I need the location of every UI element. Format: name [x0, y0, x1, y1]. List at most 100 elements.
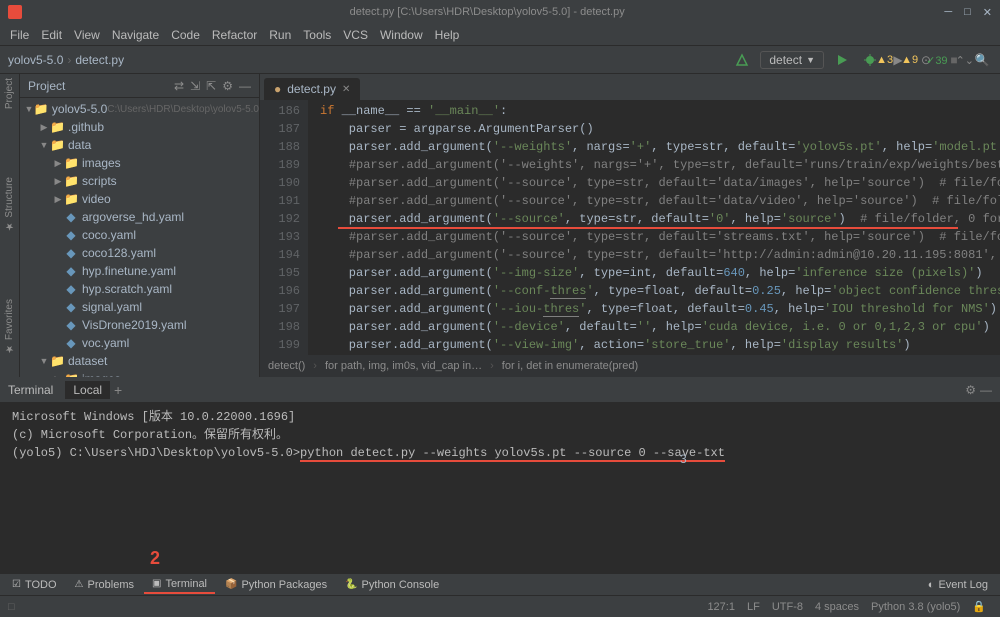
stripe-favorites[interactable]: ★ Favorites	[4, 299, 15, 354]
code-area[interactable]: if __name__ == '__main__': parser = argp…	[308, 100, 1000, 355]
project-panel: Project ⇄ ⇲ ⇱ ⚙ — ▼📁yolov5-5.0 C:\Users\…	[20, 74, 260, 377]
tool-python-console[interactable]: 🐍Python Console	[337, 577, 447, 593]
tree-row[interactable]: ◆signal.yaml	[20, 298, 259, 316]
tree-arrow-icon[interactable]: ▶	[52, 374, 64, 378]
code-line[interactable]: parser.add_argument('--view-img', action…	[308, 336, 1000, 354]
tree-row[interactable]: ▼📁yolov5-5.0 C:\Users\HDR\Desktop\yolov5…	[20, 100, 259, 118]
menu-view[interactable]: View	[68, 26, 106, 44]
tree-arrow-icon[interactable]: ▶	[52, 158, 64, 169]
project-tree[interactable]: ▼📁yolov5-5.0 C:\Users\HDR\Desktop\yolov5…	[20, 98, 259, 377]
tool-icon: ☑	[12, 579, 21, 590]
code-line[interactable]: #parser.add_argument('--source', type=st…	[308, 228, 1000, 246]
search-icon[interactable]: 🔍	[972, 50, 992, 70]
tree-row[interactable]: ◆coco128.yaml	[20, 244, 259, 262]
folder-icon: 📁	[50, 138, 64, 152]
add-terminal-icon[interactable]: +	[114, 382, 122, 398]
tree-row[interactable]: ◆hyp.finetune.yaml	[20, 262, 259, 280]
code-line[interactable]: parser.add_argument('--conf-thres', type…	[308, 282, 1000, 300]
terminal-gear-icon[interactable]: ⚙	[965, 383, 976, 397]
menu-refactor[interactable]: Refactor	[206, 26, 263, 44]
menu-run[interactable]: Run	[263, 26, 297, 44]
breadcrumb-root[interactable]: yolov5-5.0	[8, 53, 63, 67]
tree-row[interactable]: ◆argoverse_hd.yaml	[20, 208, 259, 226]
editor-tab-detect[interactable]: ● detect.py ✕	[264, 78, 360, 100]
code-line[interactable]: parser.add_argument('--weights', nargs='…	[308, 138, 1000, 156]
hide-icon[interactable]: —	[239, 79, 251, 93]
code-breadcrumb-item[interactable]: for path, img, im0s, vid_cap in…	[325, 360, 482, 372]
collapse-all-icon[interactable]: ⇱	[206, 79, 216, 93]
tree-row[interactable]: ▶📁images	[20, 370, 259, 377]
tree-arrow-icon[interactable]: ▼	[24, 104, 34, 114]
code-breadcrumb-item[interactable]: for i, det in enumerate(pred)	[502, 360, 638, 372]
run-icon[interactable]	[832, 50, 852, 70]
python-interpreter[interactable]: Python 3.8 (yolo5)	[865, 601, 966, 613]
build-icon[interactable]	[732, 50, 752, 70]
code-line[interactable]: #parser.add_argument('--source', type=st…	[308, 174, 1000, 192]
tree-row[interactable]: ◆VisDrone2019.yaml	[20, 316, 259, 334]
tool-python-packages[interactable]: 📦Python Packages	[217, 577, 335, 593]
tree-row[interactable]: ▼📁dataset	[20, 352, 259, 370]
code-breadcrumb-item[interactable]: detect()	[268, 360, 305, 372]
editor-body[interactable]: 1861871881891901911921931941951961971981…	[260, 100, 1000, 355]
tree-arrow-icon[interactable]: ▶	[52, 176, 64, 187]
caret-pos[interactable]: 127:1	[701, 601, 741, 613]
event-log[interactable]: ◐Event Log	[920, 577, 996, 593]
indent-settings[interactable]: 4 spaces	[809, 601, 865, 613]
file-encoding[interactable]: UTF-8	[766, 601, 809, 613]
gear-icon[interactable]: ⚙	[222, 79, 233, 93]
expand-all-icon[interactable]: ⇲	[190, 79, 200, 93]
code-line[interactable]: parser.add_argument('--save-txt', action…	[308, 354, 1000, 355]
tree-arrow-icon[interactable]: ▶	[38, 122, 50, 133]
code-line[interactable]: parser.add_argument('--iou-thres', type=…	[308, 300, 1000, 318]
tool-problems[interactable]: ⚠Problems	[67, 577, 142, 593]
tree-row[interactable]: ▶📁images	[20, 154, 259, 172]
close-tab-icon[interactable]: ✕	[342, 84, 350, 95]
tree-row[interactable]: ◆hyp.scratch.yaml	[20, 280, 259, 298]
menu-tools[interactable]: Tools	[297, 26, 337, 44]
yaml-icon: ◆	[64, 300, 78, 314]
tree-row[interactable]: ▼📁data	[20, 136, 259, 154]
tree-row[interactable]: ▶📁scripts	[20, 172, 259, 190]
stripe-structure[interactable]: ★ Structure	[4, 177, 15, 231]
close-icon[interactable]: ✕	[983, 6, 992, 19]
tree-row[interactable]: ▶📁.github	[20, 118, 259, 136]
tree-arrow-icon[interactable]: ▶	[52, 194, 64, 205]
terminal-tab-local[interactable]: Local	[65, 381, 110, 399]
menu-code[interactable]: Code	[165, 26, 206, 44]
yaml-icon: ◆	[64, 336, 78, 350]
tree-arrow-icon[interactable]: ▼	[38, 140, 50, 150]
menu-window[interactable]: Window	[374, 26, 429, 44]
select-opened-icon[interactable]: ⇄	[174, 79, 184, 93]
tree-row[interactable]: ▶📁video	[20, 190, 259, 208]
code-line[interactable]: #parser.add_argument('--source', type=st…	[308, 246, 1000, 264]
lock-icon[interactable]: 🔒	[966, 600, 992, 613]
code-line[interactable]: #parser.add_argument('--weights', nargs=…	[308, 156, 1000, 174]
code-line[interactable]: parser = argparse.ArgumentParser()	[308, 120, 1000, 138]
menu-help[interactable]: Help	[429, 26, 466, 44]
minimize-icon[interactable]: ─	[944, 6, 952, 19]
tree-label: .github	[68, 120, 104, 134]
menu-navigate[interactable]: Navigate	[106, 26, 165, 44]
chevron-right-icon: ›	[67, 53, 71, 67]
code-line[interactable]: #parser.add_argument('--source', type=st…	[308, 192, 1000, 210]
line-separator[interactable]: LF	[741, 601, 766, 613]
code-line[interactable]: if __name__ == '__main__':	[308, 102, 1000, 120]
menu-vcs[interactable]: VCS	[337, 26, 374, 44]
code-line[interactable]: parser.add_argument('--img-size', type=i…	[308, 264, 1000, 282]
menu-file[interactable]: File	[4, 26, 35, 44]
folder-icon: 📁	[64, 156, 78, 170]
code-line[interactable]: parser.add_argument('--source', type=str…	[308, 210, 1000, 228]
run-config-selector[interactable]: detect ▼	[760, 51, 824, 69]
tree-arrow-icon[interactable]: ▼	[38, 356, 50, 366]
maximize-icon[interactable]: □	[964, 6, 971, 19]
code-line[interactable]: parser.add_argument('--device', default=…	[308, 318, 1000, 336]
menu-edit[interactable]: Edit	[35, 26, 68, 44]
tool-todo[interactable]: ☑TODO	[4, 577, 65, 593]
tree-row[interactable]: ◆coco.yaml	[20, 226, 259, 244]
tool-terminal[interactable]: ▣Terminal	[144, 576, 215, 594]
tree-row[interactable]: ◆voc.yaml	[20, 334, 259, 352]
terminal-hide-icon[interactable]: —	[980, 383, 992, 397]
breadcrumb-file[interactable]: detect.py	[75, 53, 124, 67]
tree-label: hyp.scratch.yaml	[82, 282, 172, 296]
project-tool-label[interactable]: Project	[4, 78, 15, 109]
